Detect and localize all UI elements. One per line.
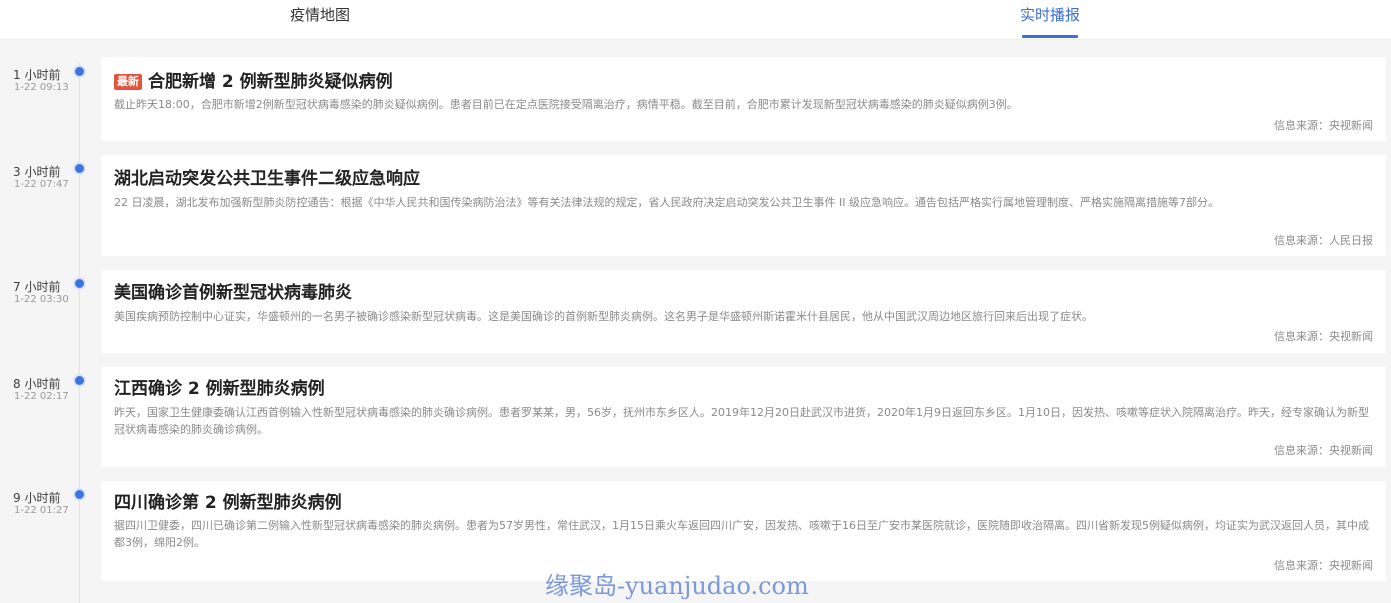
news-title-text: 合肥新增 2 例新型肺炎疑似病例 bbox=[148, 72, 393, 92]
time-absolute: 1-22 01:27 bbox=[14, 505, 69, 516]
timeline-dot bbox=[75, 67, 84, 76]
news-title: 江西确诊 2 例新型肺炎病例 bbox=[114, 379, 325, 399]
time-absolute: 1-22 02:17 bbox=[14, 391, 69, 402]
news-description: 昨天，国家卫生健康委确认江西首例输入性新型冠状病毒感染的肺炎确诊病例。患者罗某某… bbox=[114, 406, 1369, 436]
news-source: 信息来源：人民日报 bbox=[1274, 234, 1373, 247]
news-description: 22 日凌晨，湖北发布加强新型肺炎防控通告：根据《中华人民共和国传染病防治法》等… bbox=[114, 196, 1219, 209]
news-source: 信息来源：央视新闻 bbox=[1274, 559, 1373, 572]
tab-live-broadcast[interactable]: 实时播报 bbox=[980, 0, 1120, 39]
timeline-line bbox=[79, 63, 80, 603]
news-card[interactable]: 美国确诊首例新型冠状病毒肺炎 美国疾病预防控制中心证实，华盛顿州的一名男子被确诊… bbox=[101, 270, 1386, 353]
timeline-dot bbox=[75, 376, 84, 385]
news-source: 信息来源：央视新闻 bbox=[1274, 444, 1373, 457]
time-relative: 8 小时前 bbox=[13, 377, 61, 391]
timeline-dot bbox=[75, 164, 84, 173]
top-tab-bar: 疫情地图 实时播报 bbox=[0, 0, 1391, 40]
timeline-dot bbox=[75, 490, 84, 499]
time-relative: 9 小时前 bbox=[13, 491, 61, 505]
new-badge: 最新 bbox=[114, 74, 142, 90]
news-source: 信息来源：央视新闻 bbox=[1274, 330, 1373, 343]
timeline-dot bbox=[75, 279, 84, 288]
news-card[interactable]: 湖北启动突发公共卫生事件二级应急响应 22 日凌晨，湖北发布加强新型肺炎防控通告… bbox=[101, 155, 1386, 256]
news-description: 美国疾病预防控制中心证实，华盛顿州的一名男子被确诊感染新型冠状病毒。这是美国确诊… bbox=[114, 310, 1093, 323]
news-title: 湖北启动突发公共卫生事件二级应急响应 bbox=[114, 169, 420, 189]
active-tab-indicator bbox=[1022, 35, 1078, 38]
time-relative: 7 小时前 bbox=[13, 280, 61, 294]
time-absolute: 1-22 03:30 bbox=[14, 294, 69, 305]
news-card[interactable]: 江西确诊 2 例新型肺炎病例 昨天，国家卫生健康委确认江西首例输入性新型冠状病毒… bbox=[101, 367, 1386, 467]
news-description: 截止昨天18:00，合肥市新增2例新型冠状病毒感染的肺炎疑似病例。患者目前已在定… bbox=[114, 98, 1018, 111]
time-absolute: 1-22 07:47 bbox=[14, 179, 69, 190]
time-relative: 3 小时前 bbox=[13, 165, 61, 179]
news-title: 最新 合肥新增 2 例新型肺炎疑似病例 bbox=[114, 71, 393, 93]
news-description: 据四川卫健委，四川已确诊第二例输入性新型冠状病毒感染的肺炎病例。患者为57岁男性… bbox=[114, 519, 1369, 549]
time-relative: 1 小时前 bbox=[13, 68, 61, 82]
news-title: 四川确诊第 2 例新型肺炎病例 bbox=[114, 493, 342, 513]
news-title: 美国确诊首例新型冠状病毒肺炎 bbox=[114, 283, 352, 303]
news-card[interactable]: 最新 合肥新增 2 例新型肺炎疑似病例 截止昨天18:00，合肥市新增2例新型冠状… bbox=[101, 57, 1386, 141]
tab-epidemic-map[interactable]: 疫情地图 bbox=[250, 0, 390, 39]
time-absolute: 1-22 09:13 bbox=[14, 82, 69, 93]
news-source: 信息来源：央视新闻 bbox=[1274, 119, 1373, 132]
